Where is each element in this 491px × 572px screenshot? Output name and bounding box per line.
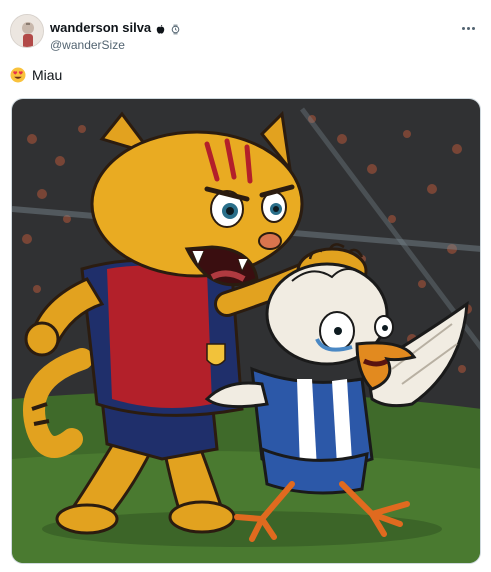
- heart-eyes-emoji-icon: [10, 67, 26, 83]
- avatar[interactable]: [10, 14, 44, 48]
- cartoon-illustration: [12, 99, 480, 563]
- watch-icon: [170, 22, 181, 35]
- tweet-text: Miau: [10, 67, 62, 83]
- more-horizontal-icon: [461, 26, 465, 30]
- tweet-header: wanderson silva @wanderSize: [8, 12, 483, 60]
- avatar-image: [11, 15, 43, 47]
- apple-icon: [155, 22, 166, 34]
- display-name[interactable]: wanderson silva: [50, 20, 151, 35]
- user-handle[interactable]: @wanderSize: [50, 38, 125, 52]
- tweet-card: wanderson silva @wanderSize Miau: [0, 0, 491, 572]
- tweet-text-content: Miau: [32, 67, 63, 83]
- name-row: wanderson silva: [50, 20, 181, 35]
- tweet-media-image[interactable]: [11, 98, 481, 564]
- more-options-button[interactable]: [457, 20, 479, 36]
